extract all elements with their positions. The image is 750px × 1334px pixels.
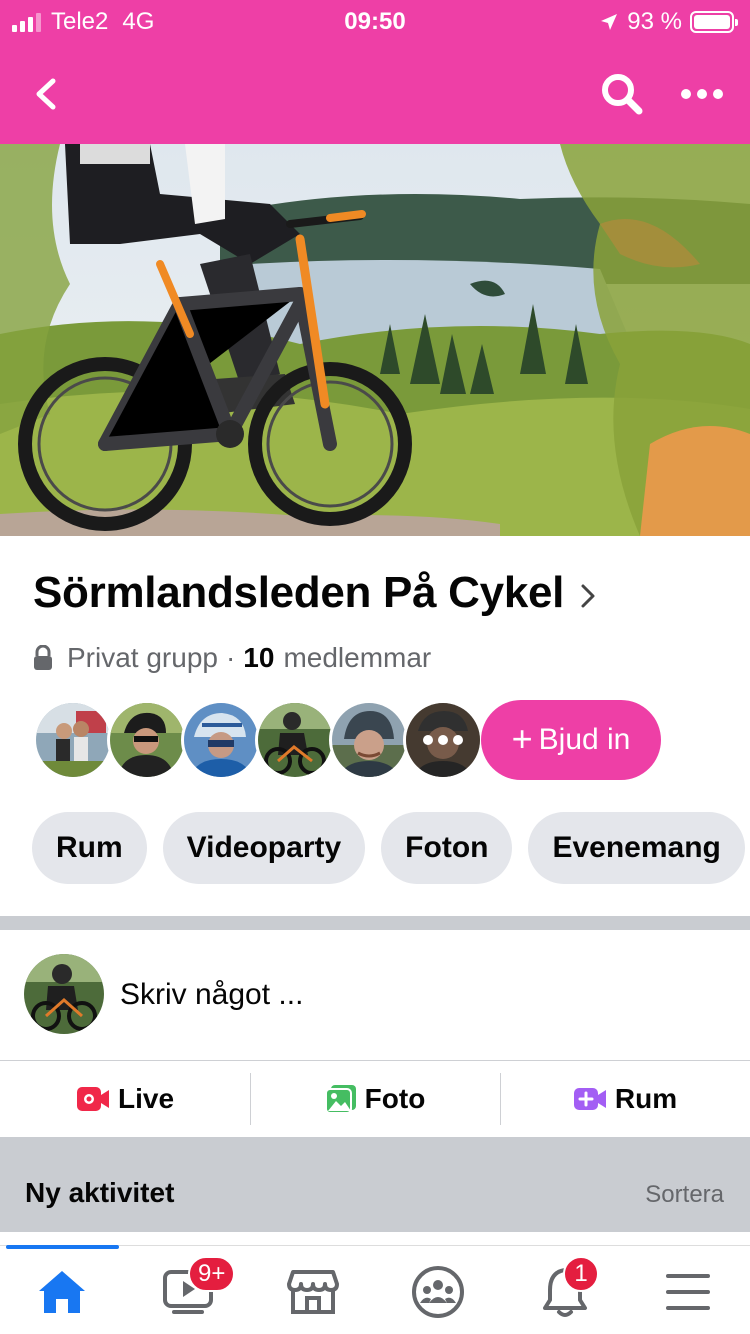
- member-avatar[interactable]: [329, 700, 409, 780]
- status-right: 93 %: [599, 8, 738, 36]
- member-count: 10: [243, 642, 275, 673]
- chip-videoparty[interactable]: Videoparty: [162, 812, 366, 884]
- tab-home[interactable]: [32, 1262, 92, 1322]
- home-icon: [39, 1271, 85, 1313]
- location-arrow-icon: [601, 14, 618, 30]
- member-label: medlemmar: [283, 642, 432, 673]
- lock-icon: [34, 645, 52, 670]
- groups-icon: [412, 1266, 464, 1318]
- status-left: Tele2 4G: [12, 8, 154, 36]
- tab-menu[interactable]: [658, 1262, 718, 1322]
- chevron-left-icon: [36, 78, 56, 110]
- activity-header: Ny aktivitet Sortera: [0, 1137, 750, 1232]
- marketplace-icon: [287, 1270, 339, 1314]
- signal-icon: [12, 12, 41, 32]
- tab-notifications[interactable]: 1: [535, 1256, 599, 1322]
- battery-icon: [690, 11, 738, 33]
- network-label: 4G: [122, 8, 155, 35]
- my-avatar[interactable]: [24, 954, 104, 1034]
- chip-photos[interactable]: Foton: [381, 812, 513, 884]
- photo-label: Foto: [364, 1083, 426, 1114]
- live-label: Live: [117, 1083, 175, 1114]
- tab-groups[interactable]: [408, 1262, 468, 1322]
- member-avatar-more[interactable]: [403, 700, 483, 780]
- search-icon: [602, 74, 643, 115]
- tab-marketplace[interactable]: [283, 1262, 343, 1322]
- carrier-label: Tele2: [51, 8, 109, 35]
- member-avatar[interactable]: [181, 700, 261, 780]
- group-meta: Privat grupp · 10 medlemmar: [33, 642, 431, 674]
- member-avatar[interactable]: [107, 700, 187, 780]
- active-tab-indicator: [6, 1245, 119, 1249]
- group-name: Sörmlandsleden På Cykel: [33, 568, 565, 617]
- chip-rooms[interactable]: Rum: [32, 812, 147, 884]
- section-divider: [0, 916, 750, 930]
- meta-separator: ·: [225, 642, 236, 673]
- invite-button[interactable]: + Bjud in: [481, 700, 661, 780]
- privacy-label: Privat grupp: [67, 642, 218, 673]
- more-members-icon: [406, 703, 480, 777]
- back-button[interactable]: [22, 70, 70, 118]
- bottom-tab-bar: 9+ 1: [0, 1232, 750, 1334]
- search-button[interactable]: [598, 70, 646, 118]
- activity-title: Ny aktivitet: [25, 1177, 175, 1208]
- plus-icon: +: [511, 717, 533, 759]
- top-nav-bar: [0, 44, 750, 144]
- member-avatar[interactable]: [33, 700, 113, 780]
- room-button[interactable]: Rum: [500, 1061, 750, 1137]
- member-avatars: + Bjud in: [33, 700, 733, 780]
- more-options-button[interactable]: [678, 70, 726, 118]
- member-avatar[interactable]: [255, 700, 335, 780]
- post-actions: Live Foto Rum: [0, 1061, 750, 1137]
- status-bar: Tele2 4G 09:50 93 %: [0, 0, 750, 44]
- photo-button[interactable]: Foto: [250, 1061, 500, 1137]
- live-button[interactable]: Live: [0, 1061, 250, 1137]
- sort-button[interactable]: Sortera: [645, 1181, 724, 1209]
- invite-label: Bjud in: [538, 723, 631, 756]
- post-composer[interactable]: Skriv något ...: [0, 930, 750, 1060]
- room-label: Rum: [614, 1083, 678, 1114]
- battery-percent: 93 %: [627, 8, 682, 35]
- live-video-icon: [76, 1087, 109, 1111]
- hamburger-menu-icon: [666, 1274, 710, 1310]
- notifications-badge: 1: [563, 1256, 599, 1292]
- room-video-plus-icon: [573, 1088, 606, 1110]
- group-title-row[interactable]: Sörmlandsleden På Cykel: [33, 568, 596, 618]
- group-cover-photo[interactable]: [0, 144, 750, 536]
- chevron-right-icon: [581, 584, 595, 608]
- photo-icon: [324, 1085, 356, 1114]
- more-horizontal-icon: [681, 89, 723, 99]
- tab-watch[interactable]: 9+: [158, 1256, 236, 1322]
- chip-events[interactable]: Evenemang: [528, 812, 745, 884]
- group-section-chips: Rum Videoparty Foton Evenemang: [32, 812, 745, 884]
- video-badge: 9+: [188, 1256, 236, 1292]
- composer-prompt[interactable]: Skriv något ...: [120, 978, 303, 1012]
